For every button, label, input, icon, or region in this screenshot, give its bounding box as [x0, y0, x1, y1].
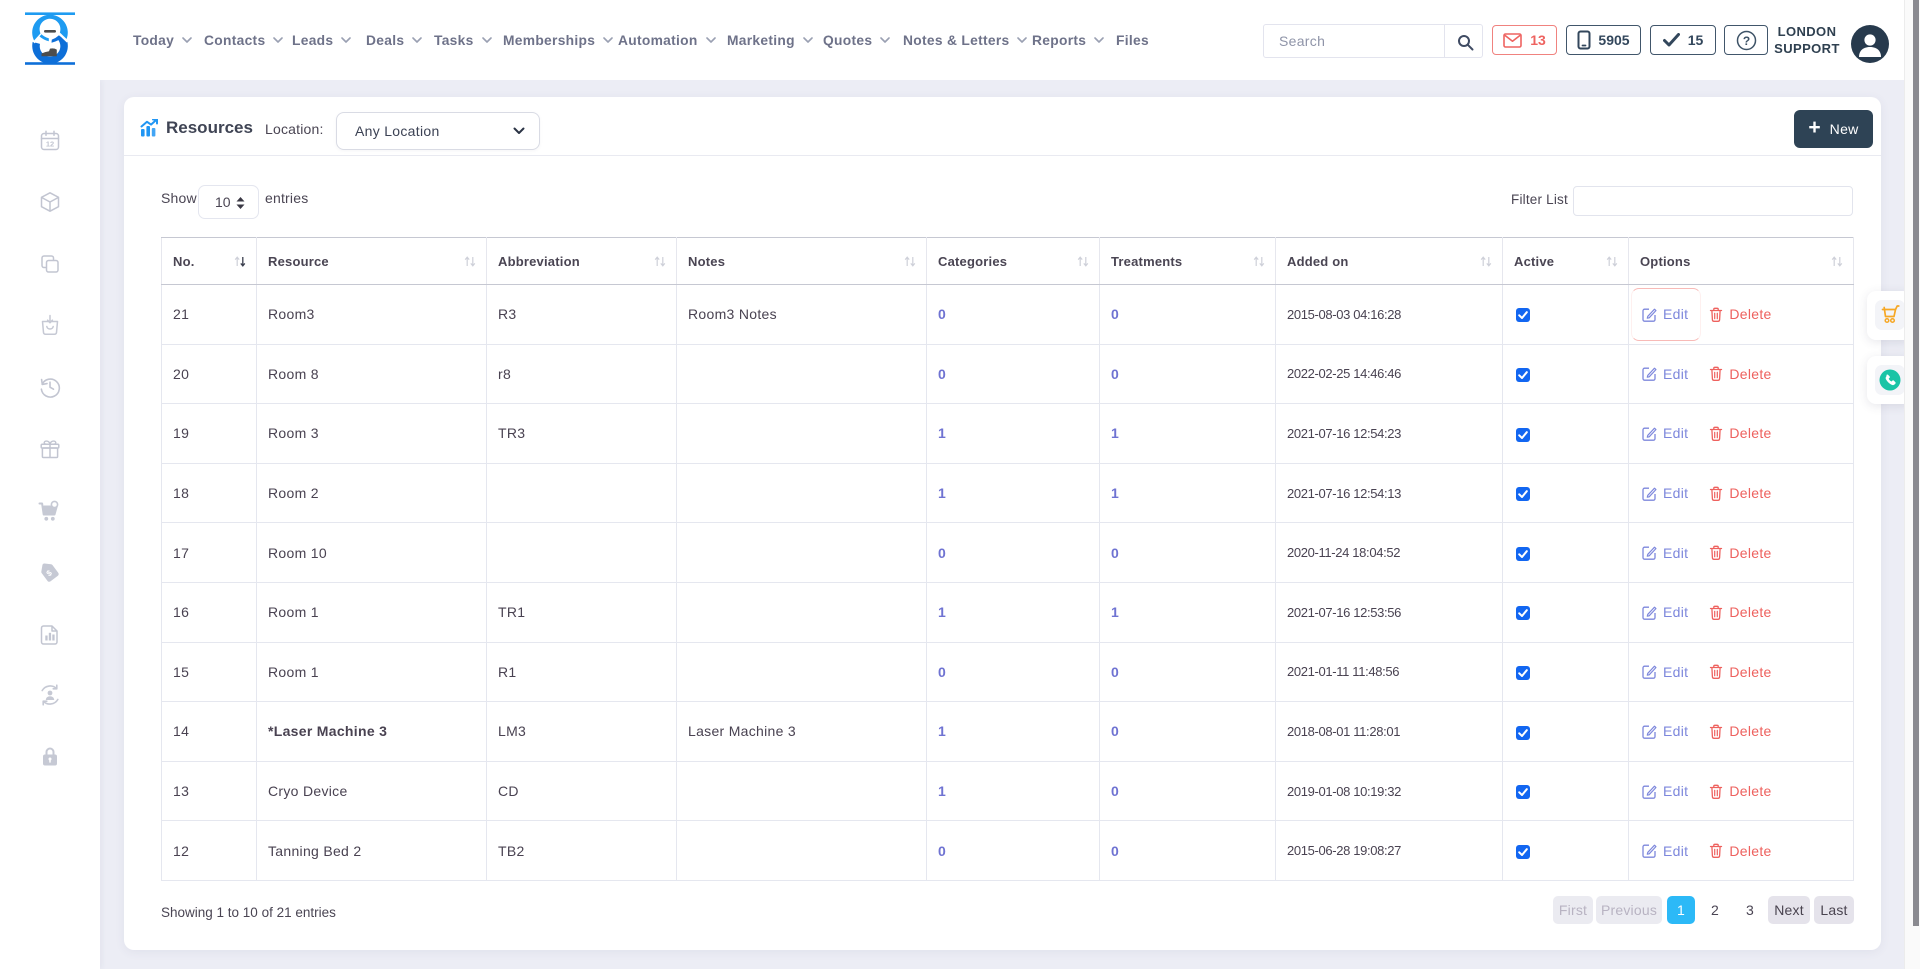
svg-text:?: ?	[1742, 34, 1749, 48]
svg-text:12: 12	[46, 140, 54, 149]
